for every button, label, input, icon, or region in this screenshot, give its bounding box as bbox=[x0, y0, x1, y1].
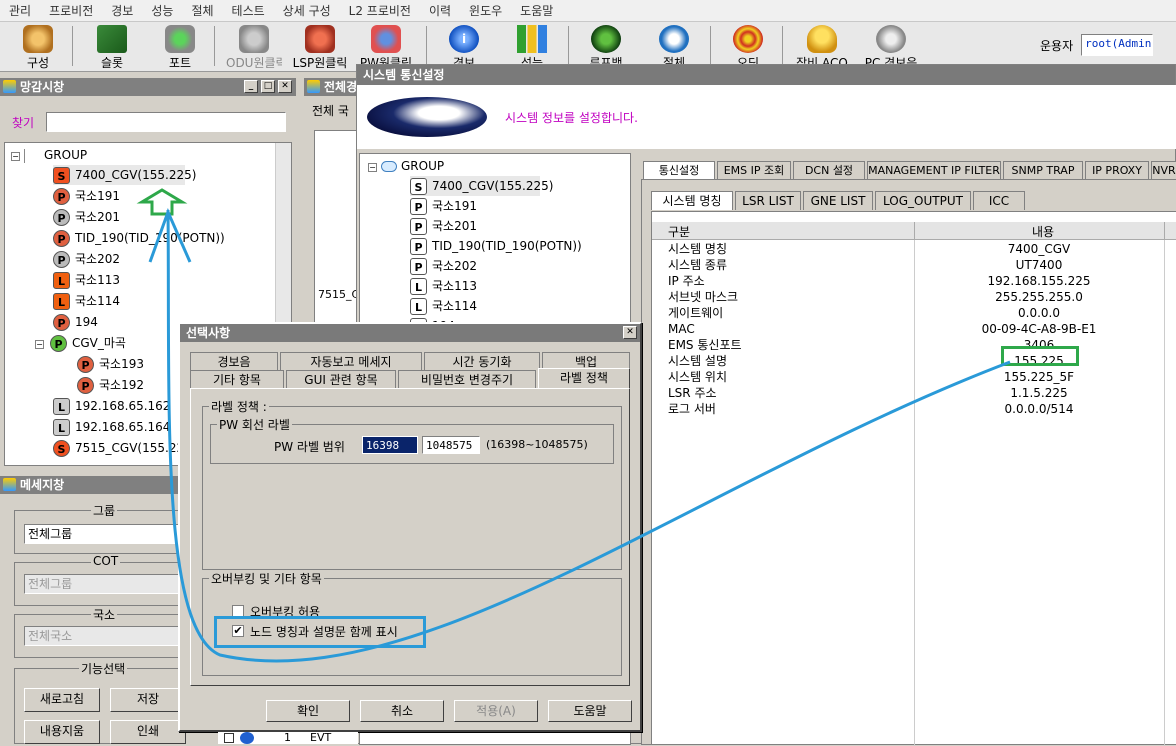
blue-connector-line bbox=[166, 209, 1011, 663]
annotation-arrows bbox=[136, 188, 1011, 663]
green-up-arrow-icon bbox=[136, 188, 188, 216]
blue-arrowhead-icon bbox=[148, 207, 192, 263]
